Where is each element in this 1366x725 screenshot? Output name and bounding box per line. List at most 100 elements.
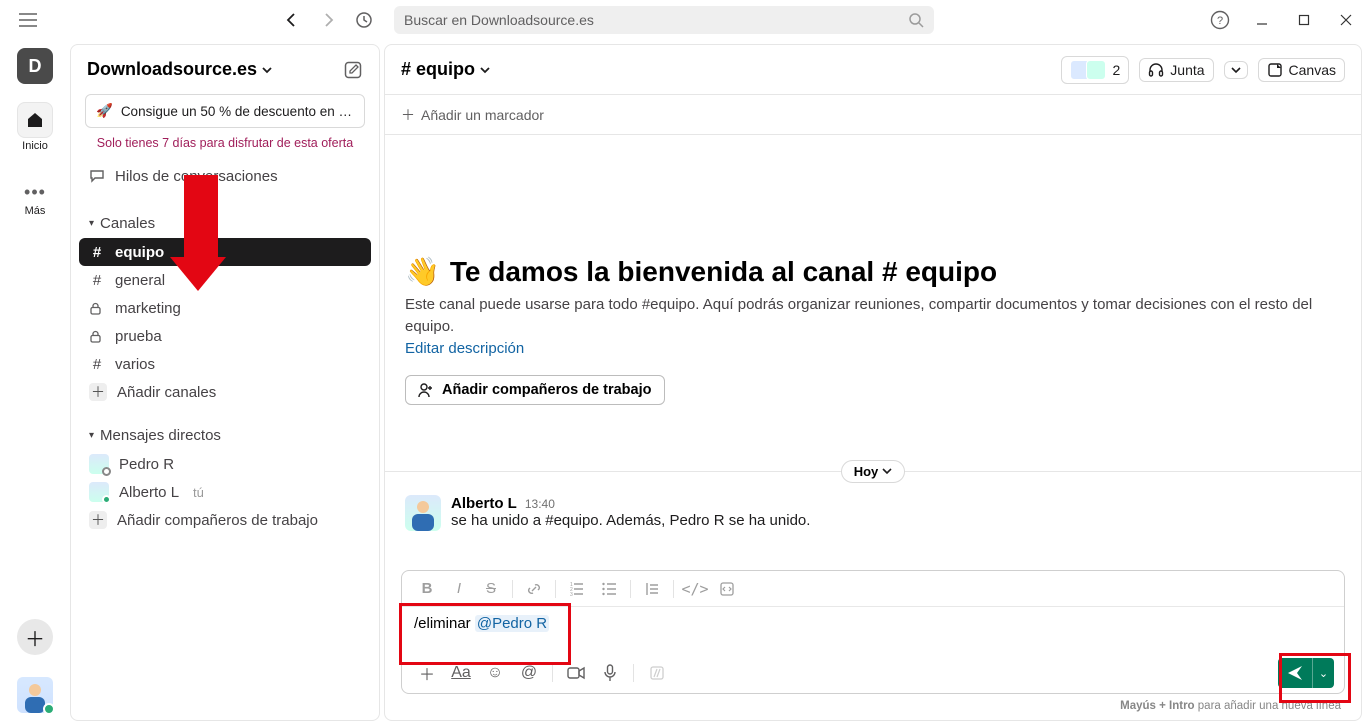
hamburger-menu-icon[interactable] (16, 8, 40, 32)
more-icon: ••• (24, 182, 46, 203)
dm-label: Alberto L (119, 484, 179, 501)
audio-button[interactable] (595, 659, 625, 687)
send-button-group: ⌄ (1278, 658, 1334, 688)
members-pill[interactable]: 2 (1061, 56, 1129, 84)
format-toggle-button[interactable]: Aa (446, 659, 476, 687)
chevron-down-icon (479, 64, 491, 76)
welcome-desc-text: Este canal puede usarse para todo #equip… (405, 296, 1312, 335)
format-toolbar: B I S 123 </> (402, 571, 1344, 607)
search-icon (908, 12, 924, 28)
send-options-button[interactable]: ⌄ (1312, 658, 1334, 688)
attach-button[interactable]: ＋ (412, 659, 442, 687)
huddle-button[interactable]: Junta (1139, 58, 1213, 82)
welcome-title-prefix: Te damos la bienvenida al canal (450, 256, 882, 287)
add-channels-button[interactable]: ＋ Añadir canales (79, 378, 371, 406)
send-button[interactable] (1278, 658, 1312, 688)
add-coworkers-button[interactable]: ＋ Añadir compañeros de trabajo (79, 506, 371, 534)
add-user-icon (418, 382, 434, 398)
promo-text: Consigue un 50 % de descuento en el p… (121, 104, 354, 119)
search-placeholder-text: Buscar en Downloadsource.es (404, 12, 594, 28)
titlebar: Buscar en Downloadsource.es ? (0, 0, 1366, 40)
workspace-initial: D (29, 56, 42, 77)
create-button[interactable]: ＋ (17, 619, 53, 655)
link-button[interactable] (519, 575, 549, 603)
add-coworkers-label: Añadir compañeros de trabajo (442, 382, 652, 398)
back-button[interactable] (280, 8, 304, 32)
emoji-button[interactable]: ☺ (480, 659, 510, 687)
threads-row[interactable]: Hilos de conversaciones (79, 162, 371, 190)
canvas-button[interactable]: Canvas (1258, 58, 1345, 82)
channel-item-marketing[interactable]: marketing (79, 294, 371, 322)
mention-chip[interactable]: @Pedro R (475, 615, 549, 632)
workspace-name-button[interactable]: Downloadsource.es (87, 59, 273, 80)
plus-icon: ＋ (401, 105, 415, 125)
mention-button[interactable]: @ (514, 659, 544, 687)
channel-title-button[interactable]: # equipo (401, 59, 491, 80)
history-button[interactable] (352, 8, 376, 32)
hash-icon: # (89, 272, 105, 289)
italic-button[interactable]: I (444, 575, 474, 603)
promo-banner[interactable]: 🚀 Consigue un 50 % de descuento en el p… (85, 94, 365, 128)
add-coworkers-channel-button[interactable]: Añadir compañeros de trabajo (405, 375, 665, 405)
dm-heading[interactable]: ▾ Mensajes directos (79, 420, 371, 450)
channel-item-prueba[interactable]: prueba (79, 322, 371, 350)
bullet-list-button[interactable] (594, 575, 624, 603)
rail-more[interactable]: ••• Más (24, 170, 46, 217)
caret-down-icon: ▾ (89, 430, 94, 441)
welcome-description: Este canal puede usarse para todo #equip… (405, 294, 1341, 359)
self-avatar[interactable] (17, 677, 53, 713)
edit-description-link[interactable]: Editar descripción (405, 340, 524, 357)
codeblock-button[interactable] (712, 575, 742, 603)
huddle-label: Junta (1170, 62, 1204, 78)
message-input[interactable]: /eliminar @Pedro R (402, 607, 1344, 653)
window-maximize[interactable] (1292, 8, 1316, 32)
channel-label: marketing (115, 300, 181, 317)
message-avatar[interactable] (405, 495, 441, 531)
members-count: 2 (1112, 62, 1120, 78)
message-author[interactable]: Alberto L (451, 495, 517, 512)
code-button[interactable]: </> (680, 575, 710, 603)
shortcut-button[interactable] (642, 659, 672, 687)
rail-more-label: Más (25, 205, 46, 217)
date-chip[interactable]: Hoy (841, 460, 906, 483)
quote-button[interactable] (637, 575, 667, 603)
channel-header: # equipo 2 Junta Canvas (385, 45, 1361, 95)
dm-item-pedro[interactable]: Pedro R (79, 450, 371, 478)
window-close[interactable] (1334, 8, 1358, 32)
workspace-rail: D Inicio ••• Más ＋ (0, 40, 70, 725)
add-channels-label: Añadir canales (117, 384, 216, 401)
headphones-icon (1148, 62, 1164, 78)
bookmark-bar[interactable]: ＋ Añadir un marcador (385, 95, 1361, 135)
strike-button[interactable]: S (476, 575, 506, 603)
you-label: tú (193, 485, 204, 500)
rail-home[interactable]: Inicio (17, 102, 53, 152)
window-minimize[interactable] (1250, 8, 1274, 32)
chevron-down-icon (261, 64, 273, 76)
channel-item-equipo[interactable]: # equipo (79, 238, 371, 266)
channel-item-varios[interactable]: # varios (79, 350, 371, 378)
message-time: 13:40 (525, 497, 555, 511)
user-avatar-mini (89, 454, 109, 474)
dm-item-alberto[interactable]: Alberto L tú (79, 478, 371, 506)
video-button[interactable] (561, 659, 591, 687)
welcome-title-channel: # equipo (882, 256, 997, 287)
forward-button[interactable] (316, 8, 340, 32)
channel-welcome: 👋 Te damos la bienvenida al canal # equi… (385, 135, 1361, 423)
bold-button[interactable]: B (412, 575, 442, 603)
date-label: Hoy (854, 464, 879, 479)
presence-indicator (43, 703, 55, 715)
canvas-label: Canvas (1289, 62, 1336, 78)
channels-heading[interactable]: ▾ Canales (79, 208, 371, 238)
hint-shortcut: Mayús + Intro (1120, 700, 1194, 712)
hint-rest: para añadir una nueva línea (1195, 700, 1341, 712)
composer-hint: Mayús + Intro para añadir una nueva líne… (385, 698, 1361, 720)
compose-button[interactable] (343, 60, 363, 80)
help-button[interactable]: ? (1208, 8, 1232, 32)
huddle-dropdown[interactable] (1224, 61, 1248, 79)
search-input[interactable]: Buscar en Downloadsource.es (394, 6, 934, 34)
workspace-switcher[interactable]: D (17, 48, 53, 84)
ordered-list-button[interactable]: 123 (562, 575, 592, 603)
channel-label: equipo (115, 244, 164, 261)
chevron-down-icon (882, 466, 892, 476)
channel-item-general[interactable]: # general (79, 266, 371, 294)
